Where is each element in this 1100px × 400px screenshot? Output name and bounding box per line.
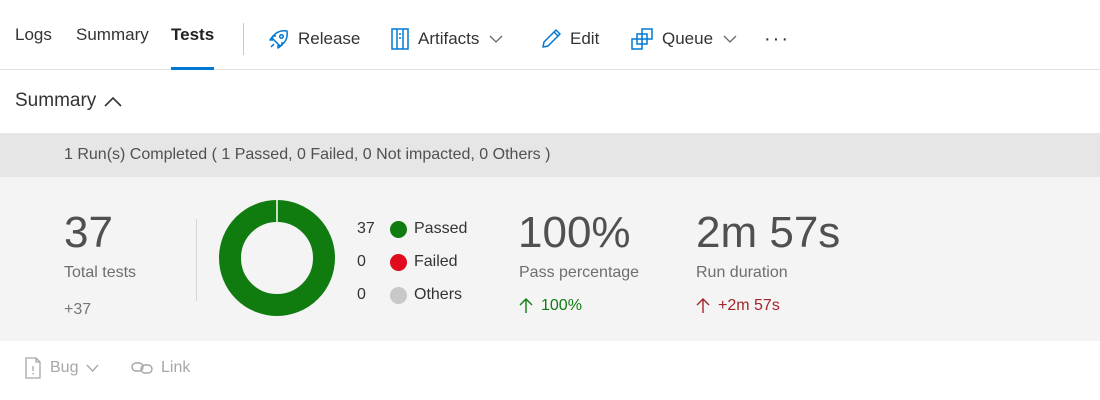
- test-stats-panel: 37 Total tests +37 37 Passed 0 Failed 0 …: [0, 177, 1100, 341]
- bug-button[interactable]: Bug: [24, 355, 99, 381]
- link-label: Link: [161, 359, 191, 376]
- summary-title: Summary: [15, 90, 97, 111]
- pass-percentage-delta-text: 100%: [541, 297, 582, 314]
- run-status-banner: 1 Run(s) Completed ( 1 Passed, 0 Failed,…: [0, 133, 1100, 177]
- total-tests-label: Total tests: [64, 264, 137, 281]
- rocket-icon: [268, 28, 290, 50]
- tab-tests[interactable]: Tests: [171, 0, 214, 70]
- stats-divider: [196, 219, 197, 301]
- artifacts-button[interactable]: Artifacts: [390, 0, 503, 78]
- queue-icon: [630, 27, 654, 51]
- tab-logs-label: Logs: [15, 25, 52, 44]
- queue-label: Queue: [662, 29, 714, 48]
- run-duration-label: Run duration: [696, 264, 788, 281]
- legend-failed-count: 0: [357, 253, 366, 270]
- chevron-down-icon: [723, 35, 737, 43]
- donut-slice-passed: [219, 200, 335, 316]
- legend-others: 0 Others: [357, 284, 462, 306]
- total-tests-value: 37: [64, 208, 113, 257]
- toolbar: Logs Summary Tests Release Artifacts Edi…: [0, 0, 1100, 70]
- tab-summary[interactable]: Summary: [76, 0, 149, 70]
- more-icon: ···: [764, 27, 790, 50]
- queue-button[interactable]: Queue: [630, 0, 737, 78]
- tab-tests-label: Tests: [171, 25, 215, 44]
- legend-passed-count: 37: [357, 220, 375, 237]
- release-button[interactable]: Release: [268, 0, 360, 78]
- more-button[interactable]: ···: [764, 0, 790, 78]
- bug-icon: [24, 357, 42, 379]
- link-button[interactable]: Link: [131, 355, 190, 381]
- pencil-icon: [540, 28, 562, 50]
- release-label: Release: [298, 29, 361, 48]
- pass-percentage-value: 100%: [518, 208, 631, 257]
- toolbar-separator: [243, 23, 244, 55]
- legend-others-count: 0: [357, 286, 366, 303]
- legend-failed: 0 Failed: [357, 251, 458, 273]
- tab-logs[interactable]: Logs: [15, 0, 52, 70]
- artifacts-icon: [390, 27, 410, 51]
- failed-dot-icon: [390, 253, 407, 271]
- tab-summary-label: Summary: [76, 25, 149, 44]
- arrow-up-icon: [519, 298, 533, 314]
- artifacts-label: Artifacts: [418, 29, 480, 48]
- total-tests-delta: +37: [64, 301, 92, 318]
- arrow-up-icon: [696, 298, 710, 314]
- summary-section-toggle[interactable]: Summary: [15, 86, 122, 116]
- run-duration-value: 2m 57s: [696, 208, 841, 257]
- legend-passed: 37 Passed: [357, 218, 467, 240]
- passed-dot-icon: [390, 220, 407, 238]
- edit-label: Edit: [570, 29, 600, 48]
- run-status-text: 1 Run(s) Completed ( 1 Passed, 0 Failed,…: [64, 146, 551, 163]
- legend-passed-label: Passed: [414, 220, 468, 237]
- edit-button[interactable]: Edit: [540, 0, 599, 78]
- outcome-donut-chart: [219, 200, 335, 316]
- run-duration-delta-text: +2m 57s: [718, 297, 780, 314]
- run-duration-delta: +2m 57s: [696, 297, 780, 315]
- pass-percentage-delta: 100%: [519, 297, 582, 315]
- chevron-up-icon: [104, 96, 122, 107]
- pass-percentage-label: Pass percentage: [519, 264, 640, 281]
- chevron-down-icon: [489, 35, 503, 43]
- bug-label: Bug: [50, 359, 79, 376]
- link-icon: [131, 361, 153, 375]
- chevron-down-icon: [86, 364, 99, 372]
- legend-failed-label: Failed: [414, 253, 458, 270]
- others-dot-icon: [390, 286, 407, 304]
- legend-others-label: Others: [414, 286, 463, 303]
